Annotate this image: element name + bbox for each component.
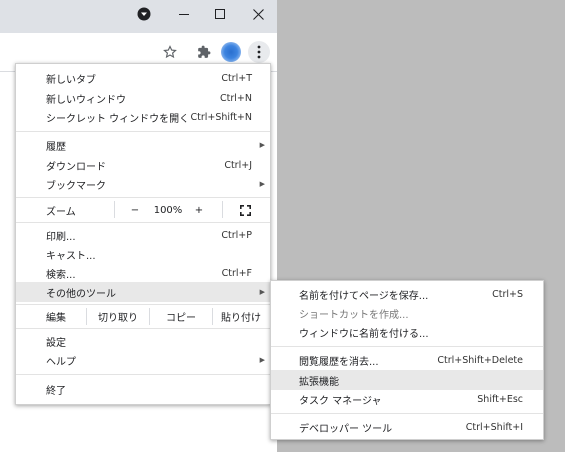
menu-item-new-window[interactable]: 新しいウィンドウ Ctrl+N xyxy=(16,88,270,108)
profile-avatar xyxy=(221,42,241,62)
close-button[interactable] xyxy=(240,0,276,28)
copy-button[interactable]: コピー xyxy=(150,306,212,327)
menu-item-exit[interactable]: 終了 xyxy=(16,379,270,399)
submenu-item-create-shortcut[interactable]: ショートカットを作成... xyxy=(271,303,543,323)
minimize-icon xyxy=(179,13,189,15)
submenu-item-extensions[interactable]: 拡張機能 xyxy=(271,370,543,390)
menu-divider xyxy=(16,222,270,223)
edit-label: 編集 xyxy=(46,313,66,324)
menu-item-settings[interactable]: 設定 xyxy=(16,331,270,351)
edit-row: 編集 切り取り コピー 貼り付け xyxy=(16,306,270,327)
minimize-button[interactable] xyxy=(166,0,202,28)
menu-item-history[interactable]: 履歴 ▶ xyxy=(16,135,270,155)
chevron-right-icon: ▶ xyxy=(259,141,265,149)
submenu-item-save-page[interactable]: 名前を付けてページを保存... Ctrl+S xyxy=(271,284,543,304)
paste-button[interactable]: 貼り付け xyxy=(213,306,269,327)
chevron-right-icon: ▶ xyxy=(259,356,265,364)
more-tools-submenu: 名前を付けてページを保存... Ctrl+S ショートカットを作成... ウィン… xyxy=(270,280,544,440)
menu-divider xyxy=(16,197,270,198)
menu-item-bookmarks[interactable]: ブックマーク ▶ xyxy=(16,174,270,194)
fullscreen-button[interactable] xyxy=(234,199,256,221)
menu-item-help[interactable]: ヘルプ ▶ xyxy=(16,350,270,370)
tab-search-button[interactable] xyxy=(126,0,162,28)
zoom-row: ズーム − 100% + xyxy=(16,199,270,221)
profile-button[interactable] xyxy=(220,41,242,63)
close-icon xyxy=(252,8,264,20)
menu-item-find[interactable]: 検索... Ctrl+F xyxy=(16,263,270,283)
more-menu-button[interactable] xyxy=(248,41,270,63)
fullscreen-icon xyxy=(239,204,251,216)
menu-divider xyxy=(16,304,270,305)
chevron-right-icon: ▶ xyxy=(259,180,265,188)
menu-divider xyxy=(271,413,543,414)
zoom-out-button[interactable]: − xyxy=(124,199,146,221)
menu-item-incognito[interactable]: シークレット ウィンドウを開く Ctrl+Shift+N xyxy=(16,107,270,127)
star-icon xyxy=(163,45,177,59)
maximize-icon xyxy=(215,9,225,19)
zoom-in-button[interactable]: + xyxy=(188,199,210,221)
menu-item-cast[interactable]: キャスト... xyxy=(16,244,270,264)
menu-item-print[interactable]: 印刷... Ctrl+P xyxy=(16,225,270,245)
submenu-item-name-window[interactable]: ウィンドウに名前を付ける... xyxy=(271,322,543,342)
zoom-level: 100% xyxy=(153,204,183,216)
more-vert-icon xyxy=(257,45,261,59)
zoom-label: ズーム xyxy=(46,206,76,218)
tab-search-icon xyxy=(137,7,151,21)
extensions-button[interactable] xyxy=(193,41,215,63)
maximize-button[interactable] xyxy=(202,0,238,28)
menu-item-more-tools[interactable]: その他のツール ▶ xyxy=(16,282,270,302)
menu-divider xyxy=(16,131,270,132)
menu-divider xyxy=(16,374,270,375)
bookmark-star-button[interactable] xyxy=(159,41,181,63)
cut-button[interactable]: 切り取り xyxy=(87,306,149,327)
chevron-right-icon: ▶ xyxy=(259,288,265,296)
submenu-item-clear-browsing-data[interactable]: 閲覧履歴を消去... Ctrl+Shift+Delete xyxy=(271,350,543,370)
menu-item-downloads[interactable]: ダウンロード Ctrl+J xyxy=(16,155,270,175)
menu-divider xyxy=(271,346,543,347)
submenu-item-developer-tools[interactable]: デベロッパー ツール Ctrl+Shift+I xyxy=(271,417,543,437)
menu-item-new-tab[interactable]: 新しいタブ Ctrl+T xyxy=(16,68,270,88)
submenu-item-task-manager[interactable]: タスク マネージャ Shift+Esc xyxy=(271,389,543,409)
chrome-main-menu: 新しいタブ Ctrl+T 新しいウィンドウ Ctrl+N シークレット ウィンド… xyxy=(15,63,271,405)
extensions-icon xyxy=(198,45,211,58)
menu-divider xyxy=(16,328,270,329)
title-bar xyxy=(0,0,277,33)
